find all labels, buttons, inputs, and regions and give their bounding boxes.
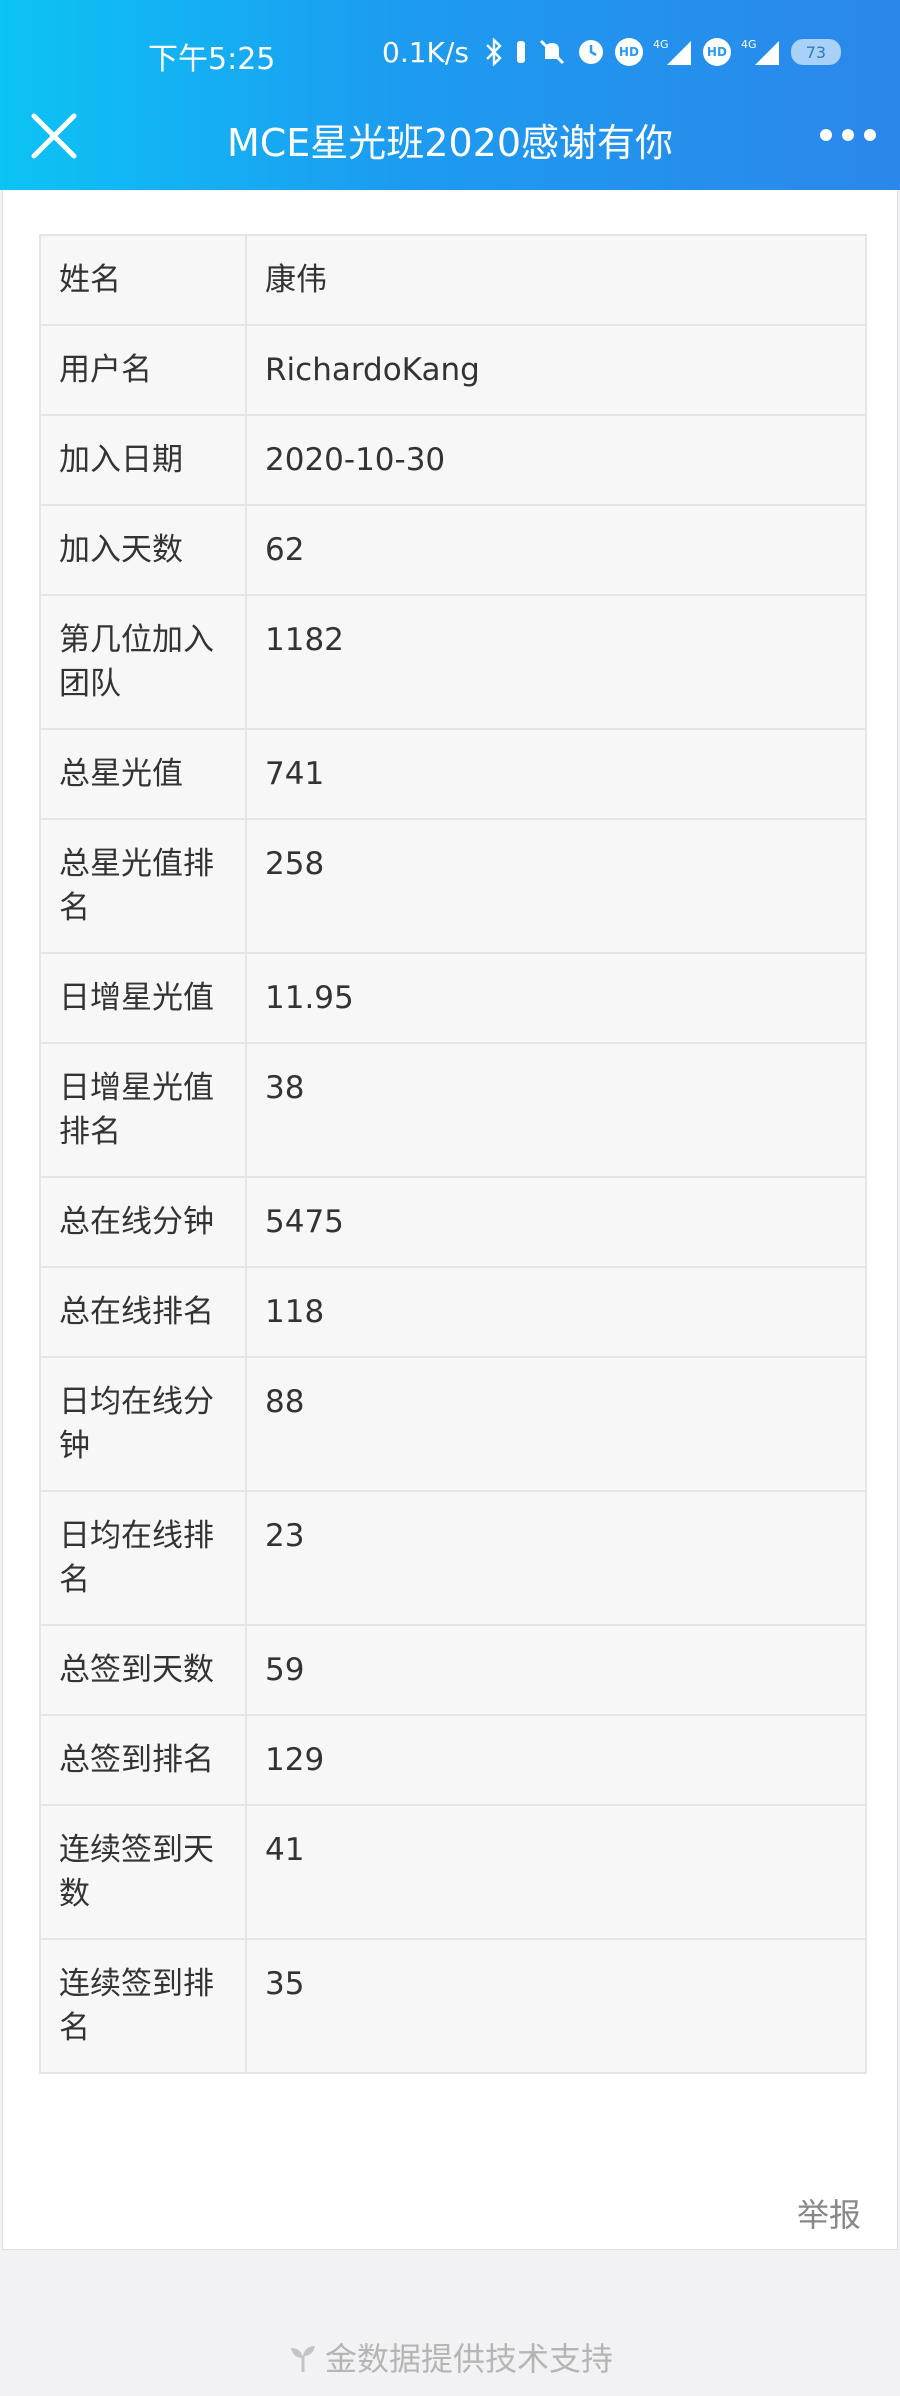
field-label: 日均在线分钟 [39,1356,247,1492]
field-label: 总星光值 [39,728,247,820]
field-label: 姓名 [39,234,247,326]
table-row: 姓名 康伟 [39,234,867,326]
table-row: 加入天数 62 [39,504,867,596]
table-row: 连续签到排名 35 [39,1938,867,2074]
field-label: 第几位加入团队 [39,594,247,730]
field-value: 35 [245,1938,867,2074]
table-row: 日增星光值排名 38 [39,1042,867,1178]
vibrate-icon [515,39,527,65]
field-label: 总在线排名 [39,1266,247,1358]
table-row: 第几位加入团队 1182 [39,594,867,730]
table-row: 日增星光值 11.95 [39,952,867,1044]
table-row: 日均在线排名 23 [39,1490,867,1626]
field-label: 连续签到天数 [39,1804,247,1940]
field-value: 62 [245,504,867,596]
battery-indicator: 73 [790,39,841,65]
field-label: 加入日期 [39,414,247,506]
field-label: 总签到天数 [39,1624,247,1716]
more-button[interactable] [820,120,876,150]
status-bar: 下午5:25 0.1K/s HD 4G HD 4G 73 [0,0,900,100]
field-value: 2020-10-30 [245,414,867,506]
field-value: 1182 [245,594,867,730]
bluetooth-icon [483,38,505,66]
field-value: 5475 [245,1176,867,1268]
field-label: 加入天数 [39,504,247,596]
svg-text:4G: 4G [741,38,757,51]
mute-bell-icon [537,37,567,67]
field-label: 日均在线排名 [39,1490,247,1626]
leaf-icon [287,2342,319,2374]
alarm-icon [577,38,605,66]
footer: 金数据提供技术支持 [0,2334,900,2380]
status-indicators: 0.1K/s HD 4G HD 4G 73 [382,34,841,70]
report-link[interactable]: 举报 [797,2190,861,2236]
app-header: 下午5:25 0.1K/s HD 4G HD 4G 73 MCE星光班2020感… [0,0,900,190]
field-label: 总签到排名 [39,1714,247,1806]
table-row: 连续签到天数 41 [39,1804,867,1940]
table-row: 加入日期 2020-10-30 [39,414,867,506]
table-row: 总星光值 741 [39,728,867,820]
field-label: 日增星光值 [39,952,247,1044]
field-value: RichardoKang [245,324,867,416]
table-row: 日均在线分钟 88 [39,1356,867,1492]
table-row: 用户名 RichardoKang [39,324,867,416]
svg-text:4G: 4G [653,38,669,51]
field-value: 康伟 [245,234,867,326]
field-value: 11.95 [245,952,867,1044]
field-label: 连续签到排名 [39,1938,247,2074]
table-row: 总星光值排名 258 [39,818,867,954]
table-row: 总在线排名 118 [39,1266,867,1358]
field-label: 用户名 [39,324,247,416]
field-value: 23 [245,1490,867,1626]
field-label: 总在线分钟 [39,1176,247,1268]
field-value: 118 [245,1266,867,1358]
hd-icon-2: HD [702,38,731,66]
network-speed: 0.1K/s [382,35,469,69]
table-row: 总签到排名 129 [39,1714,867,1806]
field-value: 88 [245,1356,867,1492]
field-value: 38 [245,1042,867,1178]
signal-icon: 4G [653,37,693,67]
field-value: 741 [245,728,867,820]
field-label: 总星光值排名 [39,818,247,954]
more-icon [820,129,832,141]
hd-icon: HD [614,38,643,66]
field-value: 59 [245,1624,867,1716]
field-value: 41 [245,1804,867,1940]
title-bar: MCE星光班2020感谢有你 [0,100,900,190]
table-row: 总在线分钟 5475 [39,1176,867,1268]
footer-text: 金数据提供技术支持 [324,2340,613,2378]
signal-icon-2: 4G [741,37,781,67]
field-value: 258 [245,818,867,954]
table-row: 总签到天数 59 [39,1624,867,1716]
field-value: 129 [245,1714,867,1806]
profile-table-body: 姓名 康伟 用户名 RichardoKang 加入日期 2020-10-30 加入天数 62 第… [39,234,867,2074]
page-title: MCE星光班2020感谢有你 [226,121,674,165]
field-label: 日增星光值排名 [39,1042,247,1178]
profile-card: 姓名 康伟 用户名 RichardoKang 加入日期 2020-10-30 加入天数 62 第… [2,190,898,2250]
status-time: 下午5:25 [148,42,276,77]
profile-table: 姓名 康伟 用户名 RichardoKang 加入日期 2020-10-30 加入天数 62 第… [39,234,867,2074]
